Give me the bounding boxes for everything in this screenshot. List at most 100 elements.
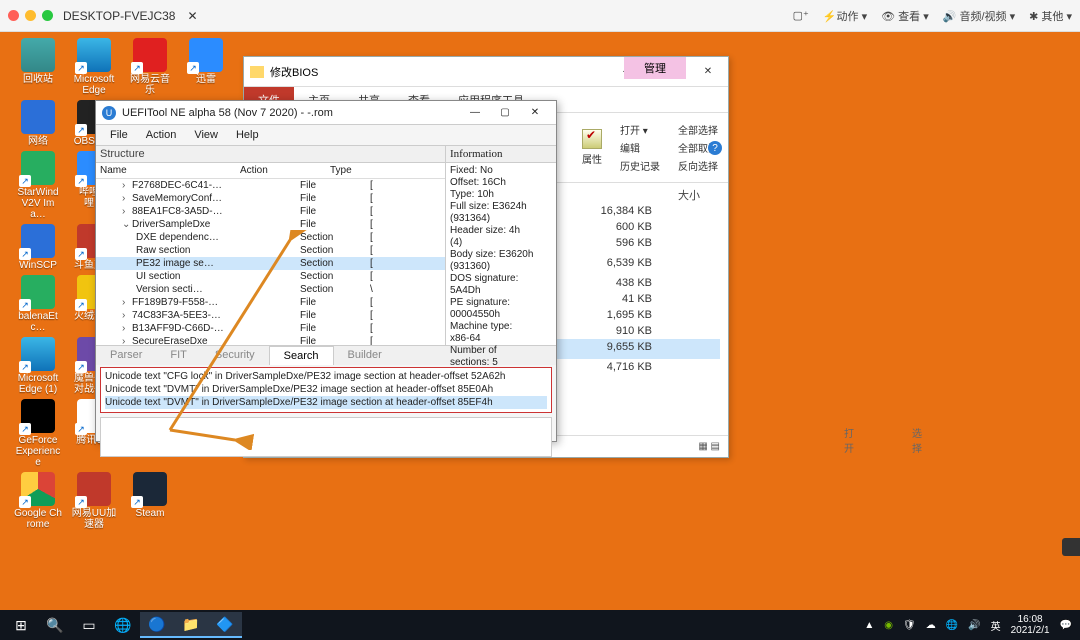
uefi-menubar[interactable]: File Action View Help (96, 125, 556, 145)
taskbar[interactable]: ⊞ 🔍 ▭ 🌐 🔵 📁 🔷 ▲ ◉ 🛡 ☁ 🌐 🔊 英 16:08 2021/2… (0, 610, 1080, 640)
maximize-button[interactable]: ▢ (490, 102, 520, 124)
tb-view[interactable]: 👁 查看 ▾ (881, 8, 929, 24)
search-results[interactable]: Unicode text "CFG lock" in DriverSampleD… (100, 367, 552, 413)
tree-columns[interactable]: Name Action Type (96, 163, 445, 179)
tree-row[interactable]: Raw sectionSection[ (96, 244, 445, 257)
desktop-icon[interactable]: GeForce Experience (14, 399, 62, 468)
desktop-icon[interactable]: 迅雷 (182, 38, 230, 96)
app-icon (21, 224, 55, 258)
folder-icon (250, 66, 264, 78)
structure-pane[interactable]: Structure Name Action Type F2768DEC-6C41… (96, 146, 446, 345)
menu-view[interactable]: View (186, 127, 226, 143)
minimize-icon[interactable] (25, 10, 36, 21)
tb-audio[interactable]: 🔊 音频/视频 ▾ (943, 8, 1015, 24)
window-controls[interactable] (8, 10, 53, 21)
volume-icon[interactable]: 🔊 (968, 620, 980, 631)
explorer-title: 修改BIOS (270, 64, 318, 80)
side-widget[interactable] (1062, 538, 1080, 556)
info-pane: Information Fixed: No Offset: 16Ch Type:… (446, 146, 556, 345)
network-icon[interactable]: 🌐 (946, 620, 958, 631)
desktop-icon[interactable]: 回收站 (14, 38, 62, 96)
desktop-icon[interactable]: 网络 (14, 100, 62, 147)
desktop-icon[interactable]: Google Chrome (14, 472, 62, 530)
tray-icon[interactable]: ▲ (864, 620, 874, 631)
system-tray[interactable]: ▲ ◉ 🛡 ☁ 🌐 🔊 英 16:08 2021/2/1 💬 (864, 614, 1076, 636)
app-icon (77, 472, 111, 506)
tree-row[interactable]: 88EA1FC8-3A5D-…File[ (96, 205, 445, 218)
tb-actions[interactable]: ⚡动作 ▾ (823, 8, 867, 24)
tb-edge[interactable]: 🌐 (106, 612, 140, 638)
uefi-title: UEFITool NE alpha 58 (Nov 7 2020) - -.ro… (122, 107, 333, 119)
rb-selinv[interactable]: 反向选择 (678, 158, 718, 173)
desktop-icon[interactable]: balenaEtc… (14, 275, 62, 333)
tab-builder[interactable]: Builder (334, 346, 396, 365)
start-button[interactable]: ⊞ (4, 612, 38, 638)
tree-row[interactable]: SaveMemoryConf…File[ (96, 192, 445, 205)
nvidia-icon[interactable]: ◉ (884, 620, 893, 631)
search-result[interactable]: Unicode text "CFG lock" in DriverSampleD… (105, 370, 547, 383)
desktop-icon[interactable]: StarWind V2V Ima… (14, 151, 62, 220)
app-icon (21, 151, 55, 185)
app-icon (21, 275, 55, 309)
maximize-icon[interactable] (42, 10, 53, 21)
app-icon (21, 337, 55, 371)
desktop-icon[interactable]: Steam (126, 472, 174, 530)
menu-action[interactable]: Action (138, 127, 185, 143)
tb-teamviewer[interactable]: 🔵 (140, 612, 174, 638)
tray-icon[interactable]: ☁ (926, 620, 936, 631)
tab-parser[interactable]: Parser (96, 346, 156, 365)
rb-open[interactable]: 打开 ▾ (620, 122, 660, 137)
desktop-icon[interactable]: Microsoft Edge (1) (14, 337, 62, 395)
tab-fit[interactable]: FIT (156, 346, 201, 365)
search-result[interactable]: Unicode text "DVMT" in DriverSampleDxe/P… (105, 396, 547, 409)
tree-row[interactable]: DXE dependenc…Section[ (96, 231, 445, 244)
desktop-icon[interactable]: 网易云音乐 (126, 38, 174, 96)
tree-row[interactable]: DriverSampleDxeFile[ (96, 218, 445, 231)
tree-row[interactable]: Version secti…Section\ (96, 283, 445, 296)
close-button[interactable]: ✕ (688, 58, 728, 86)
context-tab[interactable]: 管理 (624, 57, 686, 79)
clock[interactable]: 16:08 2021/2/1 (1011, 614, 1050, 636)
search-button[interactable]: 🔍 (38, 612, 72, 638)
tree-row[interactable]: PE32 image se…Section[ (96, 257, 445, 270)
tab-security[interactable]: Security (201, 346, 269, 365)
menu-help[interactable]: Help (228, 127, 267, 143)
tree-row[interactable]: UI sectionSection[ (96, 270, 445, 283)
remote-toolbar[interactable]: ▢⁺ ⚡动作 ▾ 👁 查看 ▾ 🔊 音频/视频 ▾ ✱ 其他 ▾ (793, 8, 1072, 24)
desktop-icon[interactable]: 网易UU加速器 (70, 472, 118, 530)
tray-icon[interactable]: 🛡 (903, 620, 916, 631)
desktop-icon[interactable]: Microsoft Edge (70, 38, 118, 96)
tb-display[interactable]: ▢⁺ (793, 8, 809, 24)
rb-properties[interactable]: 属性 (582, 129, 602, 166)
remote-host: DESKTOP-FVEJC38 (63, 9, 175, 23)
app-icon (133, 38, 167, 72)
taskview-button[interactable]: ▭ (72, 612, 106, 638)
uefitool-window[interactable]: U UEFITool NE alpha 58 (Nov 7 2020) - -.… (95, 100, 557, 442)
rb-history[interactable]: 历史记录 (620, 158, 660, 173)
help-icon[interactable]: ? (708, 141, 722, 155)
app-icon (21, 100, 55, 134)
tree-row[interactable]: 74C83F3A-5EE3-…File[ (96, 309, 445, 322)
tab-search[interactable]: Search (269, 346, 334, 365)
remote-titlebar: DESKTOP-FVEJC38 ✕ ▢⁺ ⚡动作 ▾ 👁 查看 ▾ 🔊 音频/视… (0, 0, 1080, 32)
notifications-icon[interactable]: 💬 (1060, 620, 1072, 631)
menu-file[interactable]: File (102, 127, 136, 143)
uefi-titlebar[interactable]: U UEFITool NE alpha 58 (Nov 7 2020) - -.… (96, 101, 556, 125)
tb-other[interactable]: ✱ 其他 ▾ (1029, 8, 1072, 24)
tree-row[interactable]: FF189B79-F558-…File[ (96, 296, 445, 309)
tree-row[interactable]: F2768DEC-6C41-…File[ (96, 179, 445, 192)
tree-row[interactable]: SecureEraseDxeFile[ (96, 335, 445, 345)
tb-uefitool[interactable]: 🔷 (208, 612, 242, 638)
tb-explorer[interactable]: 📁 (174, 612, 208, 638)
rb-selall[interactable]: 全部选择 (678, 122, 718, 137)
rb-edit[interactable]: 编辑 (620, 140, 660, 155)
close-icon[interactable] (8, 10, 19, 21)
ime-indicator[interactable]: 英 (991, 618, 1001, 633)
tree-row[interactable]: B13AFF9D-C66D-…File[ (96, 322, 445, 335)
minimize-button[interactable]: — (460, 102, 490, 124)
desktop-icon[interactable]: WinSCP (14, 224, 62, 271)
info-body: Fixed: No Offset: 16Ch Type: 10h Full si… (446, 163, 556, 383)
close-button[interactable]: ✕ (520, 102, 550, 124)
app-icon (21, 399, 55, 433)
search-result[interactable]: Unicode text "DVMT" in DriverSampleDxe/P… (105, 383, 547, 396)
